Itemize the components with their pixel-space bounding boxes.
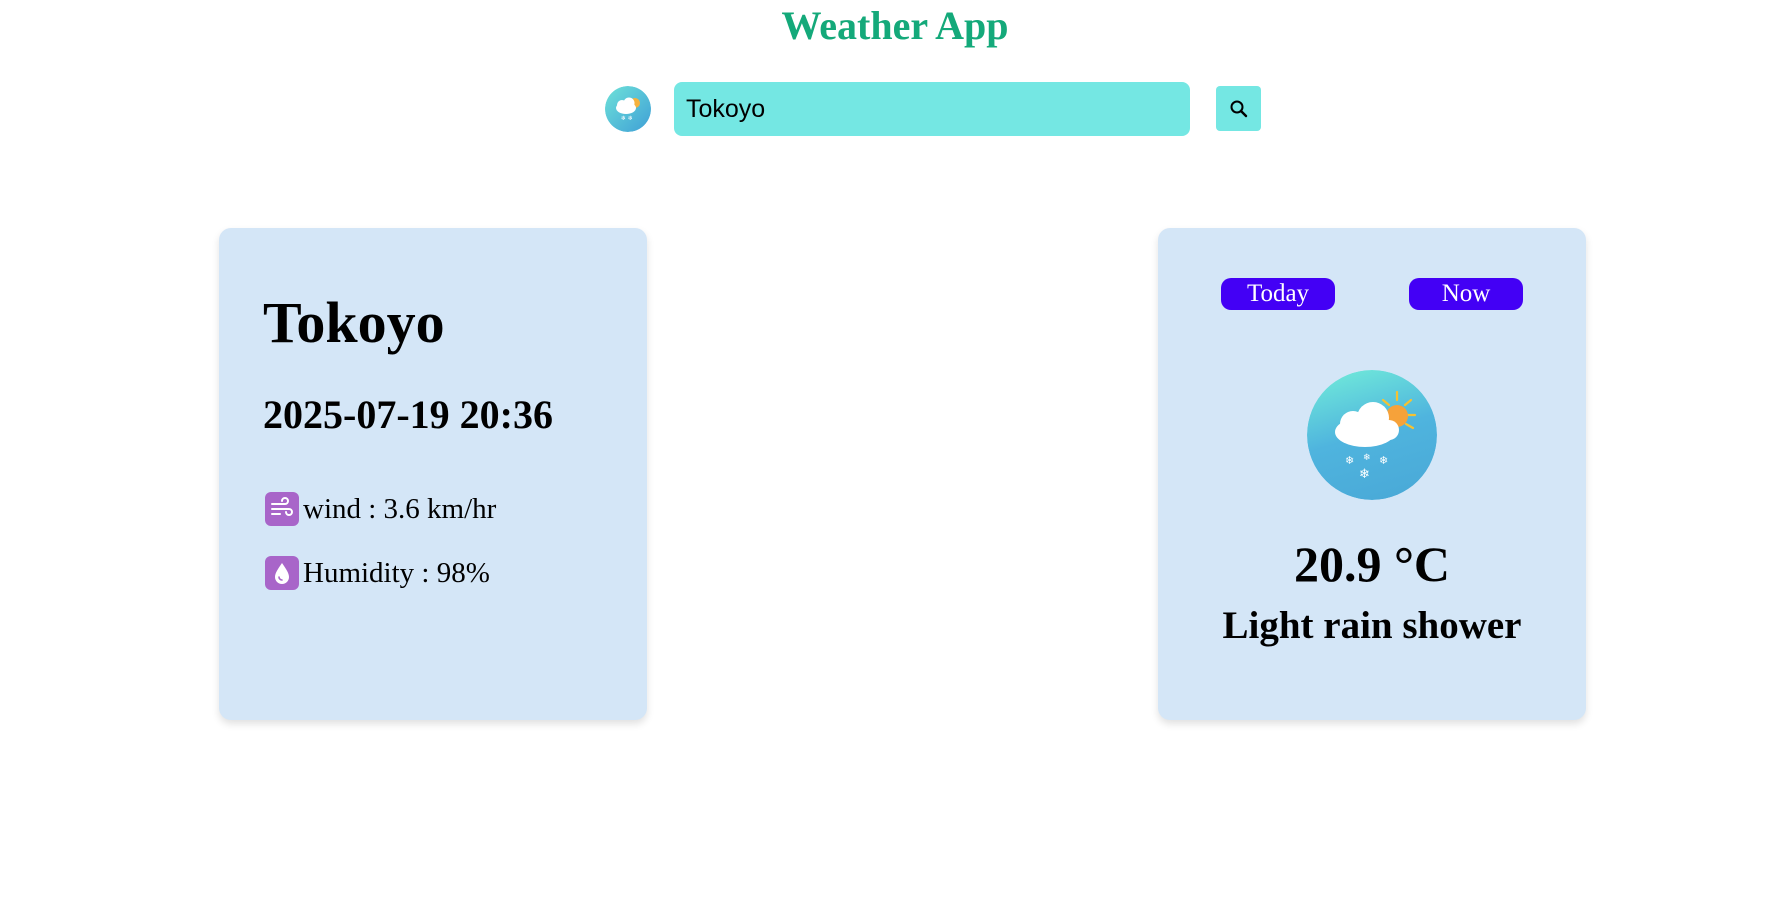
- weather-details-card: Tokoyo 2025-07-19 20:36 wind : 3.6 km/hr…: [219, 228, 647, 720]
- humidity-stat: Humidity : 98%: [265, 556, 490, 590]
- weather-app-page: Weather App ❄ ❄ Tokoyo Tokoyo 2025-07-19…: [0, 0, 1790, 898]
- svg-text:❄: ❄: [1363, 453, 1371, 463]
- wind-stat: wind : 3.6 km/hr: [265, 492, 496, 526]
- svg-text:❄: ❄: [1379, 454, 1388, 467]
- search-bar: ❄ ❄: [605, 82, 1265, 136]
- svg-text:❄: ❄: [1359, 467, 1370, 482]
- temperature: 20.9 °C: [1293, 536, 1451, 592]
- snow-cloud-sun-icon: ❄ ❄ ❄ ❄: [1307, 370, 1437, 500]
- snow-cloud-sun-icon: ❄ ❄: [605, 86, 651, 132]
- svg-text:❄: ❄: [1345, 454, 1354, 467]
- current-weather-card: Today Now ❄ ❄ ❄ ❄ 20.9 °C Light rain sho…: [1158, 228, 1586, 720]
- weather-condition: Light rain shower: [1222, 604, 1522, 647]
- svg-text:❄ ❄: ❄ ❄: [621, 115, 633, 122]
- search-icon: [1229, 99, 1249, 119]
- humidity-label: Humidity : 98%: [303, 556, 490, 589]
- water-drop-icon: [265, 556, 299, 590]
- search-button[interactable]: [1216, 86, 1261, 131]
- city-name: Tokoyo: [263, 290, 445, 355]
- search-input[interactable]: [674, 82, 1190, 136]
- app-title: Weather App: [781, 3, 1009, 48]
- local-datetime: 2025-07-19 20:36: [263, 392, 553, 437]
- tab-today[interactable]: Today: [1221, 278, 1335, 310]
- tab-now[interactable]: Now: [1409, 278, 1523, 310]
- wind-label: wind : 3.6 km/hr: [303, 492, 497, 525]
- wind-icon: [265, 492, 299, 526]
